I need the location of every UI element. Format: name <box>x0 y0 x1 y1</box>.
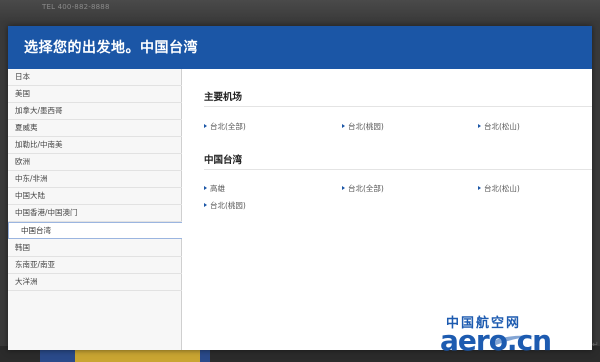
region-item-southeast-south-asia[interactable]: 东南亚/南亚 <box>8 257 182 274</box>
airport-label: 台北(桃园) <box>348 122 384 131</box>
airport-link[interactable]: 台北(松山) <box>478 183 520 194</box>
triangle-right-icon <box>478 186 481 190</box>
region-item-canada-mexico[interactable]: 加拿大/墨西哥 <box>8 103 182 120</box>
region-list: 日本 美国 加拿大/墨西哥 夏威夷 加勒比/中南美 欧洲 中东/非洲 中国大陆 … <box>8 69 183 350</box>
region-item-middle-east-africa[interactable]: 中东/非洲 <box>8 171 182 188</box>
background-yellow-strip <box>75 350 200 362</box>
departure-selection-modal: 选择您的出发地。中国台湾 日本 美国 加拿大/墨西哥 夏威夷 加勒比/中南美 欧… <box>8 26 592 350</box>
background-phone-number: TEL 400-882-8888 <box>42 3 110 11</box>
region-item-japan[interactable]: 日本 <box>8 69 182 86</box>
region-item-usa[interactable]: 美国 <box>8 86 182 103</box>
airport-link[interactable]: 台北(松山) <box>478 121 520 132</box>
triangle-right-icon <box>478 124 481 128</box>
triangle-right-icon <box>342 124 345 128</box>
airport-label: 台北(松山) <box>484 184 520 193</box>
modal-title: 选择您的出发地。中国台湾 <box>24 40 198 56</box>
modal-header: 选择您的出发地。中国台湾 <box>8 26 592 69</box>
major-airports-title: 主要机场 <box>204 92 243 103</box>
region-item-hongkong-macau[interactable]: 中国香港/中国澳门 <box>8 205 182 222</box>
airplane-swoosh-icon <box>490 335 534 345</box>
region-item-hawaii[interactable]: 夏威夷 <box>8 120 182 137</box>
airport-label: 高雄 <box>210 184 225 193</box>
region-item-europe[interactable]: 欧洲 <box>8 154 182 171</box>
return-arrow-icon: ↵ <box>592 340 599 349</box>
airport-link[interactable]: 台北(桃园) <box>342 121 384 132</box>
triangle-right-icon <box>342 186 345 190</box>
airport-label: 台北(松山) <box>484 122 520 131</box>
airport-link[interactable]: 台北(全部) <box>342 183 384 194</box>
region-item-caribbean-latin-america[interactable]: 加勒比/中南美 <box>8 137 182 154</box>
region-item-taiwan[interactable]: 中国台湾 <box>8 222 183 239</box>
airport-label: 台北(全部) <box>210 122 246 131</box>
background-page-header: TEL 400-882-8888 <box>0 0 600 22</box>
airport-link[interactable]: 高雄 <box>204 183 225 194</box>
region-airports-title: 中国台湾 <box>204 155 243 166</box>
section-divider <box>204 169 592 170</box>
section-divider <box>204 106 592 107</box>
airport-label: 台北(桃园) <box>210 201 246 210</box>
region-item-korea[interactable]: 韩国 <box>8 240 182 257</box>
airport-panel: 主要机场 台北(全部) 台北(桃园) 台北(松山) 中国台湾 高雄 台北(全部)… <box>182 69 592 350</box>
triangle-right-icon <box>204 186 207 190</box>
airport-link[interactable]: 台北(全部) <box>204 121 246 132</box>
airport-link[interactable]: 台北(桃园) <box>204 200 246 211</box>
region-item-china-mainland[interactable]: 中国大陆 <box>8 188 182 205</box>
triangle-right-icon <box>204 124 207 128</box>
triangle-right-icon <box>204 203 207 207</box>
airport-label: 台北(全部) <box>348 184 384 193</box>
region-item-oceania[interactable]: 大洋洲 <box>8 274 182 291</box>
aero-cn-watermark-logo: 中国航空网 aero.cn <box>440 312 598 360</box>
